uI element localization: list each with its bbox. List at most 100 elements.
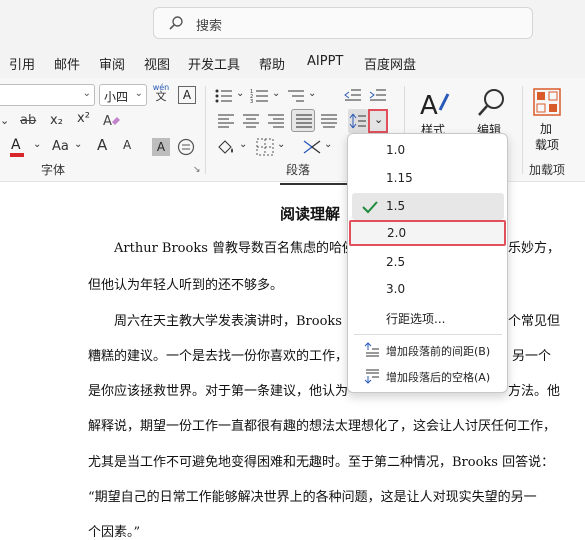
align-left-icon[interactable] <box>217 113 235 129</box>
strikethrough-button[interactable]: ab <box>20 113 36 128</box>
paragraph-group-label: 段落 <box>286 163 311 177</box>
command-label: 增加段落后的空格(A) <box>386 371 491 384</box>
group-separator <box>205 86 206 174</box>
font-color-button[interactable]: A <box>11 137 21 153</box>
addins-button[interactable]: 加 载项 <box>528 86 568 156</box>
chevron-down-icon: ⌄ <box>374 113 384 126</box>
decrease-indent-icon[interactable] <box>344 87 362 105</box>
space-after-icon <box>364 369 379 384</box>
increase-indent-icon[interactable] <box>369 87 387 105</box>
title-bar: 搜索 <box>0 0 585 48</box>
chevron-down-icon[interactable]: ⌄ <box>236 88 244 99</box>
line-spacing-options-command[interactable]: 行距选项... <box>352 305 504 330</box>
addins-label-1: 加 <box>540 122 553 136</box>
svg-text:3: 3 <box>250 99 253 105</box>
text-line: “期望自己的日常工作能够解决世界上的各种问题，这是让人对现实失望的另一 <box>88 490 537 505</box>
add-space-before-command[interactable]: 增加段落前的间距(B) <box>352 338 504 362</box>
add-space-after-command[interactable]: 增加段落后的空格(A) <box>352 364 504 388</box>
option-label: 1.5 <box>386 199 406 213</box>
character-border-button[interactable]: A <box>178 86 196 104</box>
menu-aippt[interactable]: AIPPT <box>307 54 343 69</box>
chevron-down-icon[interactable]: ⌄ <box>74 139 82 150</box>
group-separator <box>522 86 523 174</box>
command-label: 增加段落前的间距(B) <box>386 345 491 358</box>
chevron-down-icon[interactable]: ⌄ <box>0 114 9 127</box>
text-line: Arthur Brooks 曾教导数百名焦虑的哈佛 <box>114 241 356 256</box>
font-color-swatch <box>10 153 24 157</box>
text-line: 方法。他 <box>508 384 561 399</box>
line-spacing-option-2-5[interactable]: 2.5 <box>352 250 504 275</box>
menu-developer[interactable]: 开发工具 <box>188 54 240 73</box>
line-spacing-option-1-0[interactable]: 1.0 <box>352 138 504 163</box>
justify-button[interactable] <box>291 109 315 132</box>
font-name-dropdown[interactable]: ⌄ <box>0 84 95 106</box>
svg-text:A: A <box>103 114 112 129</box>
menu-mailings[interactable]: 邮件 <box>54 54 80 73</box>
line-spacing-icon <box>349 113 366 129</box>
chevron-down-icon[interactable]: ⌄ <box>324 139 332 150</box>
menu-references[interactable]: 引用 <box>9 54 35 73</box>
chinese-layout-icon[interactable] <box>302 138 322 156</box>
grow-font-button[interactable]: A <box>97 136 107 154</box>
shading-icon[interactable] <box>216 137 236 157</box>
text-line: 尤其是当工作不可避免地变得困难和无趣时。至于第二种情况，Brooks 回答说： <box>88 455 555 470</box>
search-placeholder: 搜索 <box>196 19 223 34</box>
text-line: 另一个 <box>512 349 552 364</box>
enclose-character-icon[interactable] <box>177 138 195 156</box>
character-border-label: A <box>182 88 192 102</box>
menu-bar: 引用 邮件 审阅 视图 开发工具 帮助 AIPPT 百度网盘 <box>0 48 585 78</box>
multilevel-list-icon[interactable] <box>286 87 306 105</box>
chevron-down-icon: ⌄ <box>82 88 91 99</box>
borders-icon[interactable] <box>256 138 274 156</box>
text-line: 但他认为年轻人听到的还不够多。 <box>88 278 284 293</box>
option-label: 2.0 <box>387 226 407 240</box>
subscript-button[interactable]: x₂ <box>50 113 63 128</box>
line-spacing-button[interactable] <box>348 109 368 133</box>
text-line: 周六在天主教大学发表演讲时，Brooks <box>114 314 342 329</box>
text-line: 个因素。” <box>88 525 141 540</box>
menu-help[interactable]: 帮助 <box>259 54 285 73</box>
menu-view[interactable]: 视图 <box>144 54 170 73</box>
shrink-font-button[interactable]: A <box>123 138 131 152</box>
option-label: 3.0 <box>386 282 406 296</box>
addins-group-label: 加载项 <box>529 163 566 177</box>
option-label: 2.5 <box>386 255 406 269</box>
line-spacing-menu: 1.0 1.15 1.5 2.0 2.5 3.0 行距选项... 增加段落前的间… <box>347 133 508 393</box>
chevron-down-icon[interactable]: ⌄ <box>33 139 41 150</box>
superscript-button[interactable]: x² <box>77 111 90 126</box>
font-size-dropdown[interactable]: 小四 ⌄ <box>99 84 147 106</box>
menu-review[interactable]: 审阅 <box>99 54 125 73</box>
line-spacing-option-2-0[interactable]: 2.0 <box>349 220 506 246</box>
menu-baidu-netdisk[interactable]: 百度网盘 <box>364 54 416 73</box>
clear-formatting-icon[interactable]: A <box>103 112 121 130</box>
text-line: 是你应该拯救世界。对于第一条建议，他认为 <box>88 384 349 399</box>
space-before-icon <box>364 342 379 357</box>
option-label: 1.0 <box>386 143 406 157</box>
chevron-down-icon[interactable]: ⌄ <box>308 88 316 99</box>
align-right-icon[interactable] <box>267 113 285 129</box>
line-spacing-dropdown[interactable]: ⌄ <box>368 109 388 133</box>
align-center-icon[interactable] <box>242 113 260 129</box>
chevron-down-icon[interactable]: ⌄ <box>239 139 247 150</box>
option-label: 1.15 <box>386 171 413 185</box>
numbering-icon[interactable]: 1 2 3 <box>250 87 270 105</box>
distributed-icon[interactable] <box>320 113 338 129</box>
font-group-label: 字体 <box>41 163 66 177</box>
phonetic-guide-button[interactable]: wén 文 <box>152 83 170 102</box>
heading-partial <box>280 183 350 185</box>
chevron-down-icon[interactable]: ⌄ <box>272 88 280 99</box>
change-case-button[interactable]: Aa <box>52 139 69 154</box>
bullets-icon[interactable] <box>214 87 234 105</box>
text-line: 解释说，期望一份工作一直都很有趣的想法太理想化了，这会让人讨厌任何工作， <box>88 419 557 434</box>
menu-divider <box>354 334 502 335</box>
chevron-down-icon[interactable]: ⌄ <box>277 139 285 150</box>
line-spacing-option-3-0[interactable]: 3.0 <box>352 277 504 302</box>
line-spacing-option-1-5[interactable]: 1.5 <box>352 193 504 220</box>
font-size-value: 小四 <box>104 90 129 104</box>
font-dialog-launcher-icon[interactable]: ↘ <box>193 165 201 175</box>
line-spacing-option-1-15[interactable]: 1.15 <box>352 166 504 191</box>
character-shading-label: A <box>156 140 166 154</box>
character-shading-button[interactable]: A <box>152 138 170 156</box>
search-input[interactable]: 搜索 <box>153 7 533 39</box>
svg-text:A: A <box>420 91 438 118</box>
